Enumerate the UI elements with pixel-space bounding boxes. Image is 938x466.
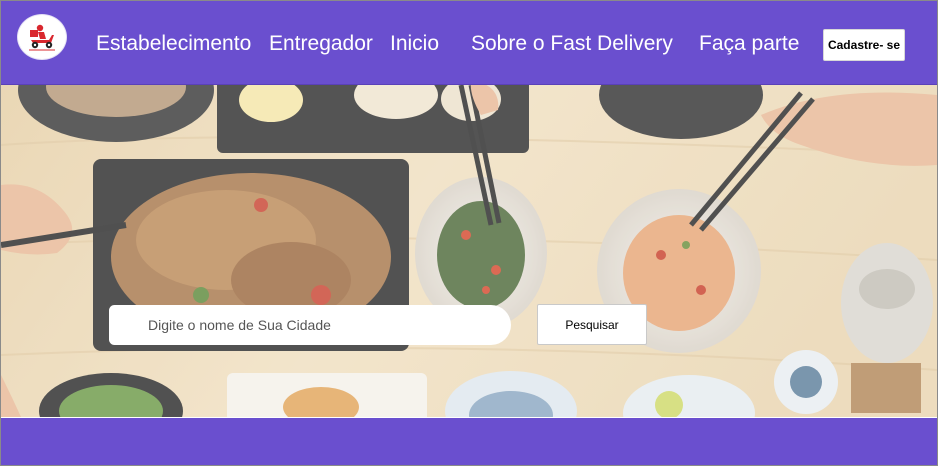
nav-link-faca-parte[interactable]: Faça parte bbox=[699, 31, 799, 57]
search-button[interactable]: Pesquisar bbox=[537, 304, 647, 345]
nav-link-estabelecimento[interactable]: Estabelecimento bbox=[96, 31, 251, 57]
city-search-input[interactable] bbox=[109, 305, 511, 345]
hero-section: Pesquisar bbox=[1, 85, 937, 417]
food-table-background-image bbox=[1, 85, 937, 417]
nav-link-sobre[interactable]: Sobre o Fast Delivery bbox=[471, 31, 673, 57]
brand-logo[interactable] bbox=[17, 14, 67, 60]
page-frame: Estabelecimento Entregador Inicio Sobre … bbox=[0, 0, 938, 466]
nav-link-entregador[interactable]: Entregador bbox=[269, 31, 373, 57]
signup-button[interactable]: Cadastre- se bbox=[823, 29, 905, 61]
top-navbar: Estabelecimento Entregador Inicio Sobre … bbox=[1, 1, 937, 85]
footer-bar bbox=[1, 418, 937, 465]
delivery-scooter-icon bbox=[29, 24, 55, 51]
nav-link-inicio[interactable]: Inicio bbox=[390, 31, 439, 57]
